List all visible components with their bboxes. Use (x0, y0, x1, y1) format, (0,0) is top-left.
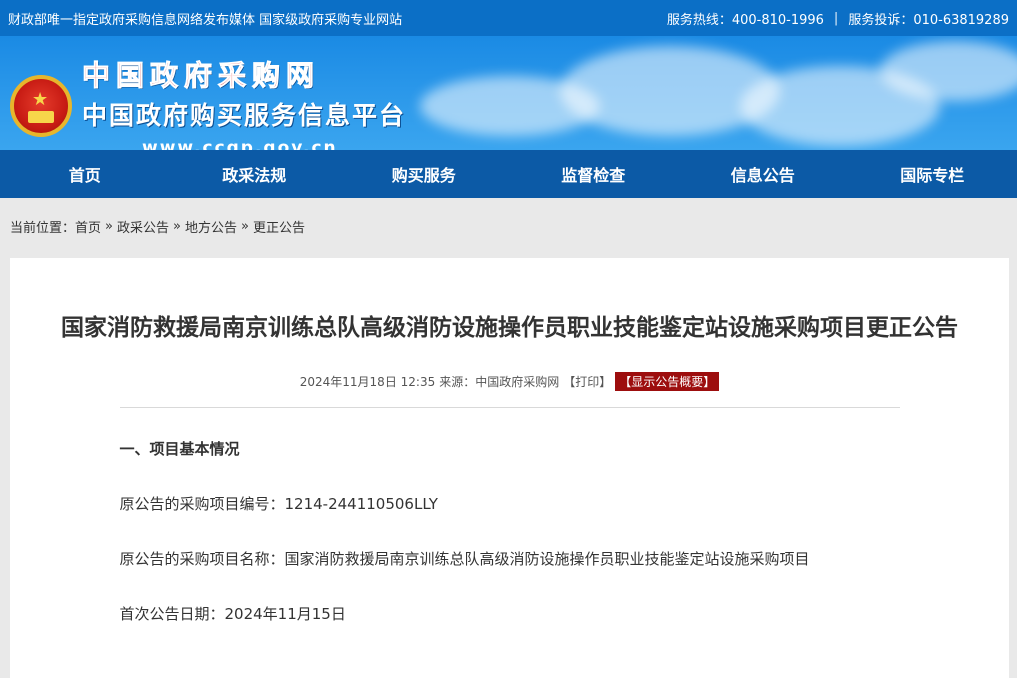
site-logo[interactable]: ★ 中国政府采购网 中国政府购买服务信息平台 www.ccgp.gov.cn (10, 54, 406, 150)
nav-item-purchase-services[interactable]: 购买服务 (339, 150, 509, 198)
original-project-number: 原公告的采购项目编号：1214-244110506LLY (120, 493, 900, 514)
breadcrumb-correction[interactable]: 更正公告 (253, 217, 305, 236)
breadcrumb: 当前位置： 首页 » 政采公告 » 地方公告 » 更正公告 (0, 198, 1017, 254)
top-info-bar: 财政部唯一指定政府采购信息网络发布媒体 国家级政府采购专业网站 服务热线：400… (0, 0, 1017, 36)
logo-title: 中国政府采购网 (82, 54, 406, 94)
first-announcement-date: 首次公告日期：2024年11月15日 (120, 603, 900, 624)
article-source: 来源：中国政府采购网 (439, 373, 559, 390)
article-panel: 国家消防救援局南京训练总队高级消防设施操作员职业技能鉴定站设施采购项目更正公告 … (10, 258, 1009, 678)
site-slogan: 财政部唯一指定政府采购信息网络发布媒体 国家级政府采购专业网站 (8, 9, 402, 28)
original-project-name: 原公告的采购项目名称：国家消防救援局南京训练总队高级消防设施操作员职业技能鉴定站… (120, 548, 900, 569)
breadcrumb-local[interactable]: 地方公告 (185, 217, 237, 236)
logo-subtitle: 中国政府购买服务信息平台 (82, 96, 406, 132)
nav-item-announcements[interactable]: 信息公告 (678, 150, 848, 198)
page-title: 国家消防救援局南京训练总队高级消防设施操作员职业技能鉴定站设施采购项目更正公告 (10, 310, 1009, 346)
service-complaint: 服务投诉：010-63819289 (848, 9, 1009, 28)
service-contacts: 服务热线：400-810-1996 | 服务投诉：010-63819289 (667, 9, 1009, 28)
cloud-decoration (880, 41, 1017, 101)
print-link[interactable]: 【打印】 (563, 373, 611, 390)
breadcrumb-home[interactable]: 首页 (75, 217, 101, 236)
nav-item-supervision[interactable]: 监督检查 (509, 150, 679, 198)
article-body: 一、项目基本情况 原公告的采购项目编号：1214-244110506LLY 原公… (120, 438, 900, 624)
main-nav: 首页 政采法规 购买服务 监督检查 信息公告 国际专栏 (0, 150, 1017, 198)
logo-url: www.ccgp.gov.cn (142, 138, 406, 150)
show-summary-button[interactable]: 【显示公告概要】 (615, 372, 719, 391)
nav-item-regulations[interactable]: 政采法规 (170, 150, 340, 198)
breadcrumb-separator: » (241, 219, 249, 234)
breadcrumb-announcements[interactable]: 政采公告 (117, 217, 169, 236)
breadcrumb-separator: » (105, 219, 113, 234)
contact-divider: | (834, 11, 838, 26)
article-meta: 2024年11月18日 12:35 来源：中国政府采购网 【打印】 【显示公告概… (10, 372, 1009, 391)
service-hotline: 服务热线：400-810-1996 (667, 9, 824, 28)
nav-item-international[interactable]: 国际专栏 (848, 150, 1017, 198)
breadcrumb-separator: » (173, 219, 181, 234)
section-heading: 一、项目基本情况 (120, 438, 900, 459)
breadcrumb-prefix: 当前位置： (10, 217, 75, 236)
national-emblem-icon: ★ (10, 75, 72, 137)
divider (120, 407, 900, 408)
nav-item-home[interactable]: 首页 (0, 150, 170, 198)
site-banner: ★ 中国政府采购网 中国政府购买服务信息平台 www.ccgp.gov.cn (0, 36, 1017, 150)
publish-datetime: 2024年11月18日 12:35 (300, 373, 435, 390)
